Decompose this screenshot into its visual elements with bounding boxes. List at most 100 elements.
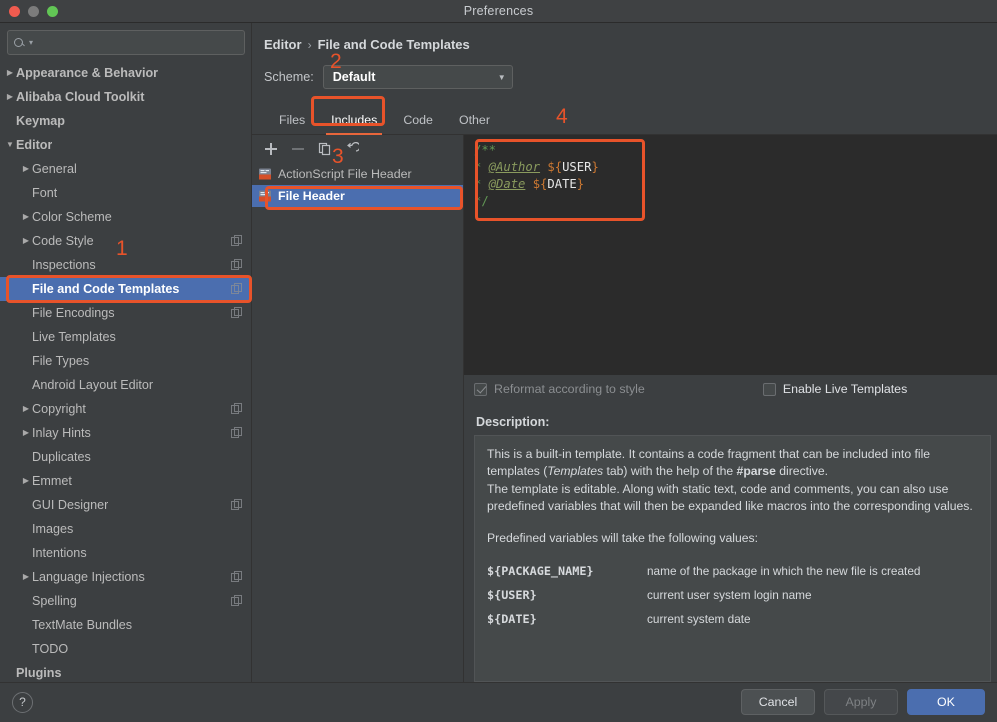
sidebar-item-todo[interactable]: TODO bbox=[0, 637, 251, 661]
sidebar-item-copyright[interactable]: ▶ Copyright bbox=[0, 397, 251, 421]
tab-files[interactable]: Files bbox=[266, 113, 318, 134]
template-list-item[interactable]: ActionScript File Header bbox=[252, 163, 463, 185]
search-icon bbox=[14, 37, 25, 48]
sidebar-item-inspections[interactable]: Inspections bbox=[0, 253, 251, 277]
variable-description: current system date bbox=[647, 612, 751, 626]
scheme-label: Scheme: bbox=[264, 70, 314, 84]
sidebar-item-file-encodings[interactable]: File Encodings bbox=[0, 301, 251, 325]
sidebar-item-spelling[interactable]: Spelling bbox=[0, 589, 251, 613]
close-icon[interactable] bbox=[9, 6, 20, 17]
copy-settings-icon[interactable] bbox=[231, 259, 243, 271]
copy-settings-icon[interactable] bbox=[231, 235, 243, 247]
template-list-item[interactable]: File Header bbox=[252, 185, 463, 207]
breadcrumb-current: File and Code Templates bbox=[317, 37, 470, 52]
chevron-down-icon[interactable]: ▼ bbox=[4, 141, 16, 149]
copy-settings-icon[interactable] bbox=[231, 307, 243, 319]
sidebar-item-label: Font bbox=[32, 186, 58, 200]
sidebar-item-label: Duplicates bbox=[32, 450, 91, 464]
chevron-right-icon[interactable]: ▶ bbox=[20, 165, 32, 173]
sidebar-item-label: Inlay Hints bbox=[32, 426, 91, 440]
remove-template-button bbox=[291, 142, 305, 156]
search-box[interactable]: ▾ bbox=[7, 30, 245, 55]
copy-settings-icon[interactable] bbox=[231, 283, 243, 295]
sidebar-item-label: Copyright bbox=[32, 402, 86, 416]
breadcrumb-separator: › bbox=[307, 37, 312, 52]
tab-other[interactable]: Other bbox=[446, 113, 503, 134]
copy-settings-icon[interactable] bbox=[231, 427, 243, 439]
sidebar-item-font[interactable]: Font bbox=[0, 181, 251, 205]
sidebar-item-label: Images bbox=[32, 522, 74, 536]
code-token: ${ bbox=[532, 177, 548, 191]
chevron-down-icon[interactable]: ▾ bbox=[29, 38, 33, 47]
code-token: /** bbox=[474, 143, 497, 157]
description-p1-italic: Templates bbox=[547, 464, 604, 478]
sidebar-item-android-layout-editor[interactable]: Android Layout Editor bbox=[0, 373, 251, 397]
sidebar-item-live-templates[interactable]: Live Templates bbox=[0, 325, 251, 349]
sidebar-item-label: File and Code Templates bbox=[32, 282, 180, 296]
chevron-right-icon[interactable]: ▶ bbox=[20, 213, 32, 221]
live-templates-checkbox-item[interactable]: Enable Live Templates bbox=[762, 382, 908, 396]
sidebar-item-alibaba-cloud-toolkit[interactable]: ▶ Alibaba Cloud Toolkit bbox=[0, 85, 251, 109]
search-input[interactable] bbox=[37, 35, 238, 50]
copy-template-button[interactable] bbox=[318, 142, 332, 156]
window-controls[interactable] bbox=[9, 6, 58, 17]
chevron-right-icon[interactable]: ▶ bbox=[20, 405, 32, 413]
sidebar-item-duplicates[interactable]: Duplicates bbox=[0, 445, 251, 469]
sidebar-item-language-injections[interactable]: ▶ Language Injections bbox=[0, 565, 251, 589]
live-templates-checkbox[interactable] bbox=[762, 382, 776, 396]
sidebar-item-plugins[interactable]: Plugins bbox=[0, 661, 251, 682]
tab-includes[interactable]: Includes bbox=[318, 113, 390, 135]
sidebar-item-label: File Types bbox=[32, 354, 90, 368]
chevron-right-icon[interactable]: ▶ bbox=[20, 429, 32, 437]
sidebar-item-general[interactable]: ▶ General bbox=[0, 157, 251, 181]
template-list-item-label: File Header bbox=[278, 189, 345, 203]
chevron-right-icon[interactable]: ▶ bbox=[20, 573, 32, 581]
tab-code[interactable]: Code bbox=[390, 113, 446, 134]
copy-settings-icon[interactable] bbox=[231, 499, 243, 511]
help-button[interactable]: ? bbox=[12, 691, 33, 713]
chevron-right-icon[interactable]: ▶ bbox=[20, 237, 32, 245]
sidebar-item-code-style[interactable]: ▶ Code Style bbox=[0, 229, 251, 253]
sidebar-item-color-scheme[interactable]: ▶ Color Scheme bbox=[0, 205, 251, 229]
cancel-button[interactable]: Cancel bbox=[741, 689, 815, 715]
sidebar-item-file-and-code-templates[interactable]: File and Code Templates bbox=[0, 277, 251, 301]
ok-button[interactable]: OK bbox=[907, 689, 985, 715]
copy-settings-icon[interactable] bbox=[231, 571, 243, 583]
sidebar-item-appearance-behavior[interactable]: ▶ Appearance & Behavior bbox=[0, 61, 251, 85]
sidebar-item-intentions[interactable]: Intentions bbox=[0, 541, 251, 565]
chevron-right-icon[interactable]: ▶ bbox=[4, 93, 16, 101]
copy-settings-icon[interactable] bbox=[231, 595, 243, 607]
description-box: This is a built-in template. It contains… bbox=[474, 434, 991, 682]
description-paragraph-1: This is a built-in template. It contains… bbox=[487, 446, 978, 481]
add-template-button[interactable] bbox=[264, 142, 278, 156]
sidebar-item-label: Android Layout Editor bbox=[32, 378, 154, 392]
sidebar-item-file-types[interactable]: File Types bbox=[0, 349, 251, 373]
copy-settings-icon[interactable] bbox=[231, 403, 243, 415]
breadcrumb: Editor › File and Code Templates bbox=[252, 23, 997, 52]
sidebar-item-keymap[interactable]: Keymap bbox=[0, 109, 251, 133]
sidebar-item-editor[interactable]: ▼ Editor bbox=[0, 133, 251, 157]
variable-description: current user system login name bbox=[647, 588, 812, 602]
zoom-icon[interactable] bbox=[47, 6, 58, 17]
code-editor[interactable]: /** * @Author ${USER} * @Date ${DATE} */ bbox=[464, 135, 997, 375]
sidebar-item-textmate-bundles[interactable]: TextMate Bundles bbox=[0, 613, 251, 637]
live-templates-label: Enable Live Templates bbox=[782, 382, 908, 396]
sidebar-item-inlay-hints[interactable]: ▶ Inlay Hints bbox=[0, 421, 251, 445]
breadcrumb-parent[interactable]: Editor bbox=[264, 37, 302, 52]
reset-template-button[interactable] bbox=[345, 141, 359, 156]
chevron-right-icon[interactable]: ▶ bbox=[4, 69, 16, 77]
chevron-right-icon[interactable]: ▶ bbox=[20, 477, 32, 485]
sidebar-item-images[interactable]: Images bbox=[0, 517, 251, 541]
sidebar-item-emmet[interactable]: ▶ Emmet bbox=[0, 469, 251, 493]
template-list: ActionScript File Header File Header bbox=[252, 162, 463, 682]
description-p1-d: directive. bbox=[775, 464, 829, 478]
scheme-combo[interactable]: Default ▼ bbox=[322, 65, 513, 89]
window-body: ▾ ▶ Appearance & Behavior ▶ Alibaba Cloud T… bbox=[0, 23, 997, 682]
minimize-icon[interactable] bbox=[28, 6, 39, 17]
sidebar-item-label: Keymap bbox=[16, 114, 65, 128]
sidebar-item-gui-designer[interactable]: GUI Designer bbox=[0, 493, 251, 517]
template-list-item-label: ActionScript File Header bbox=[278, 167, 412, 181]
